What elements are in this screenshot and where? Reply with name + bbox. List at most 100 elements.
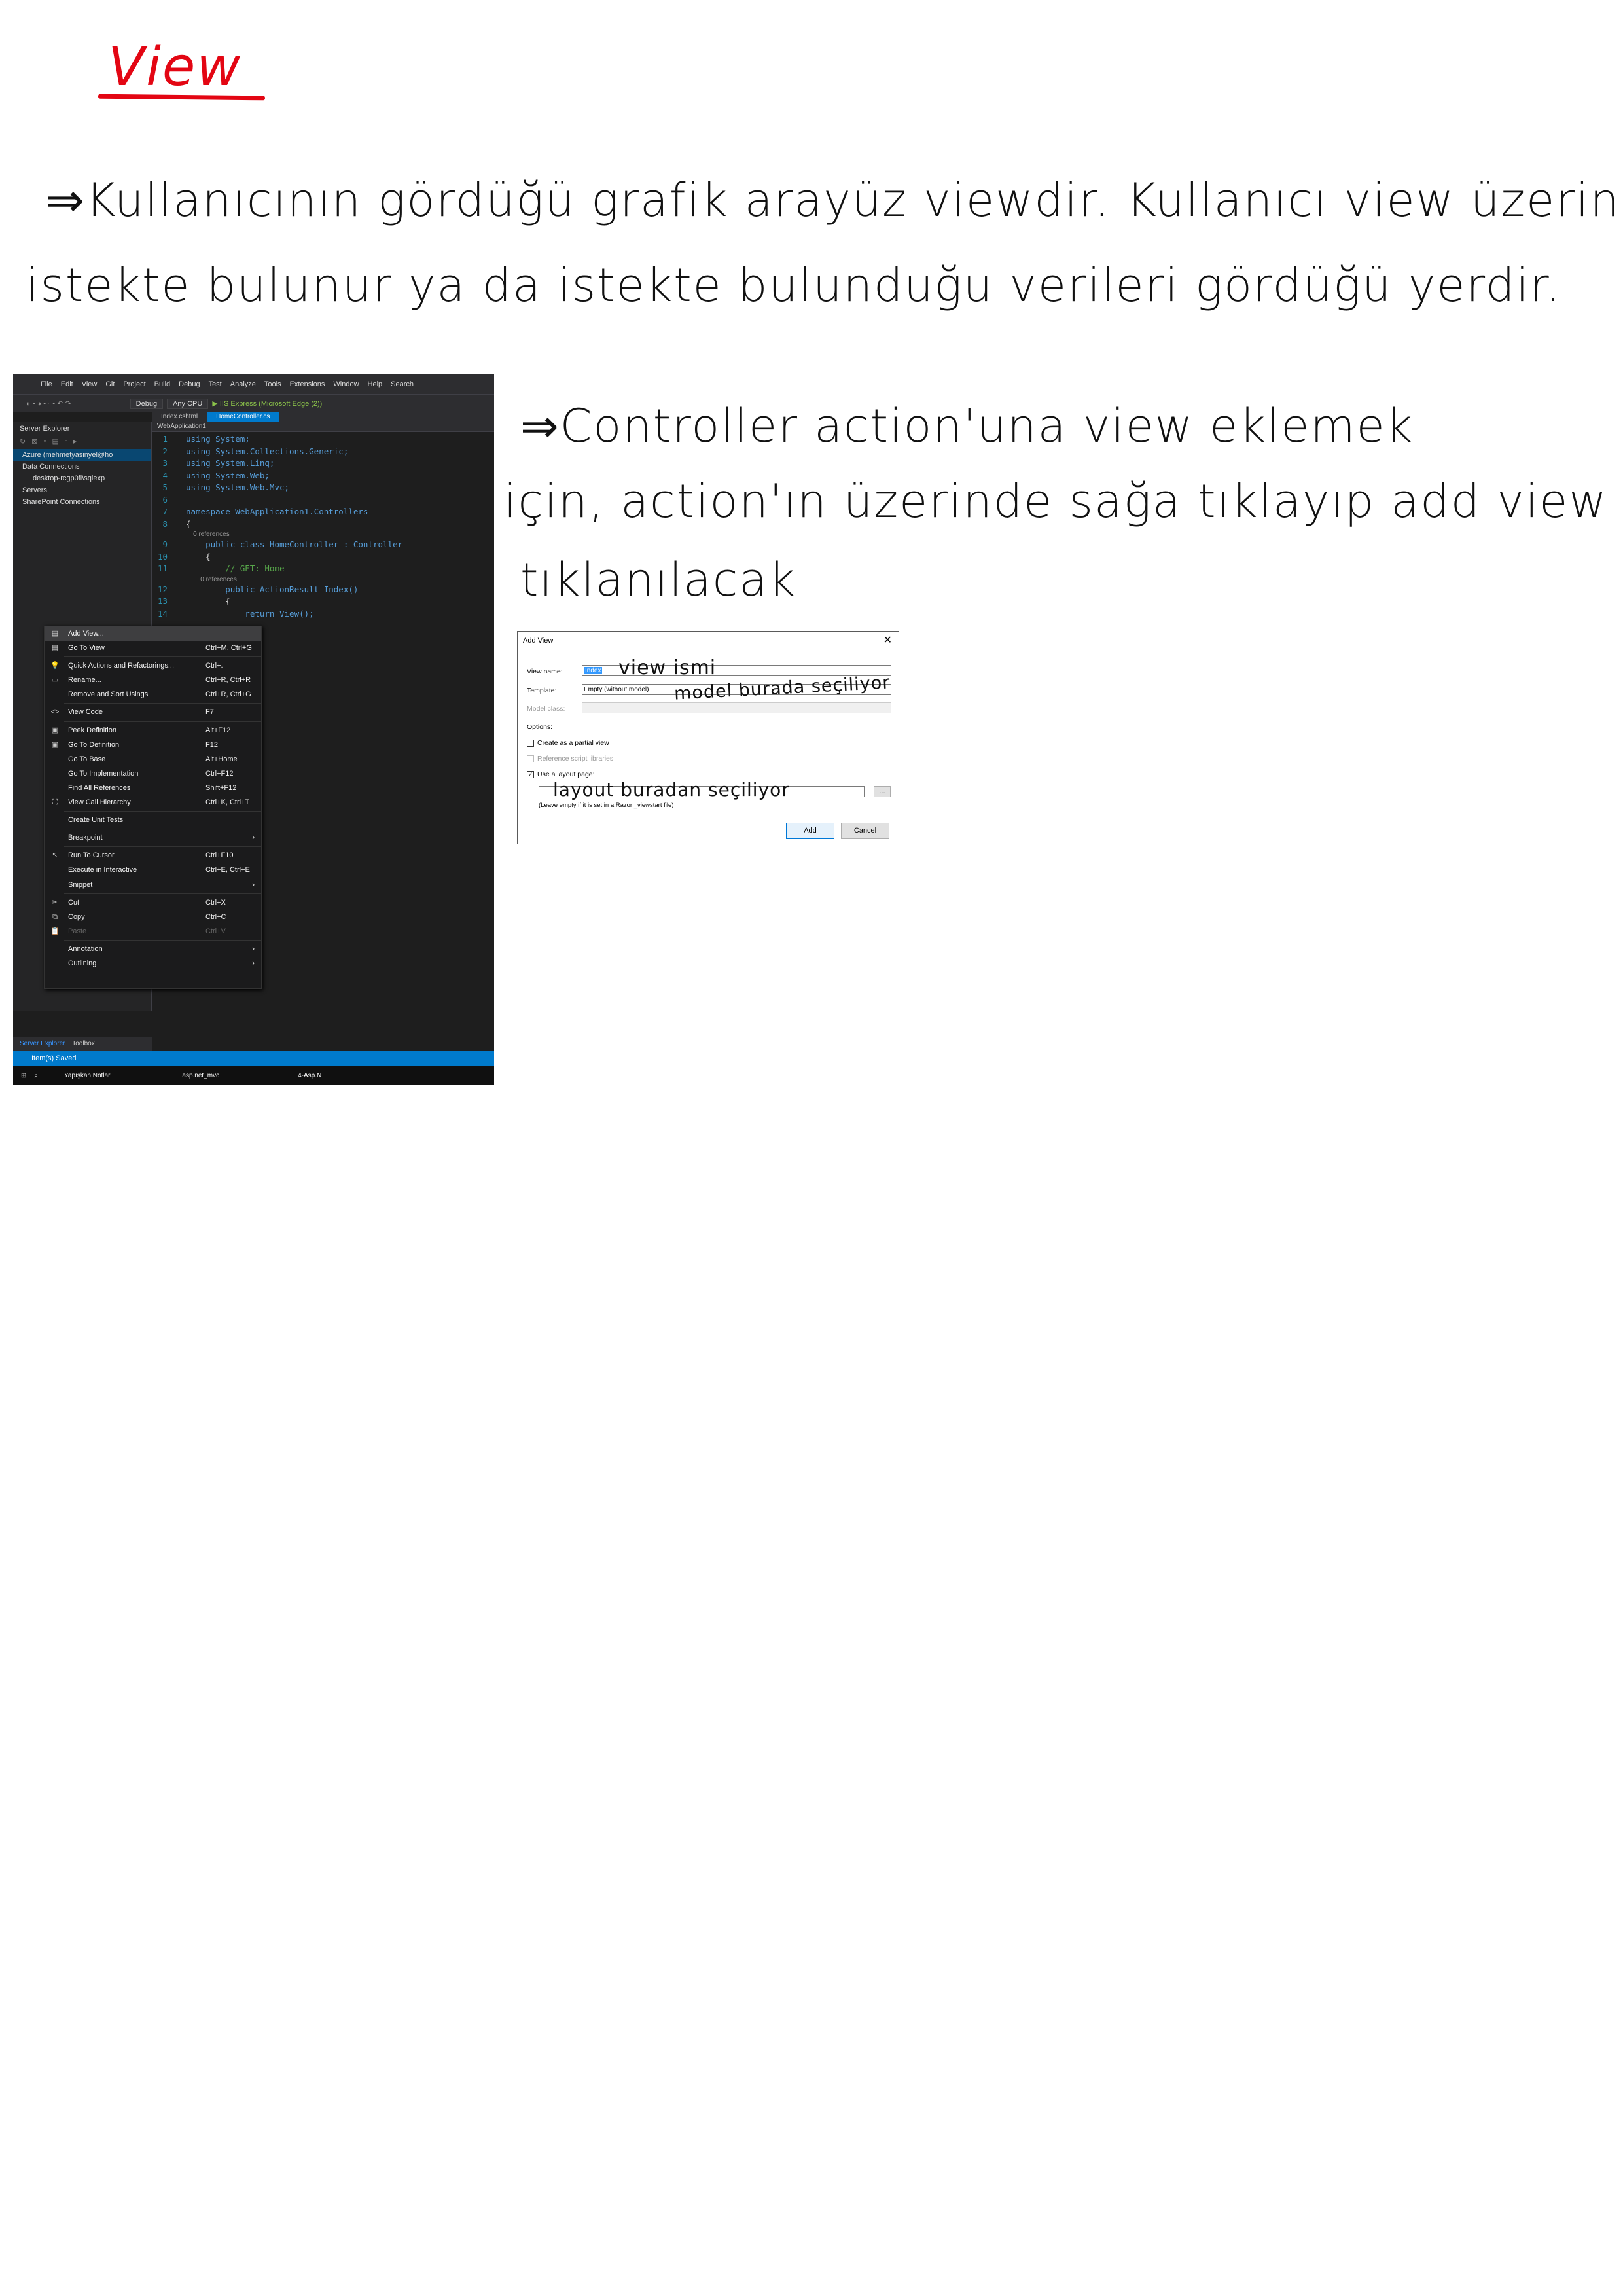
menu-item-extensions[interactable]: Extensions: [290, 380, 325, 388]
layout-page-checkbox[interactable]: ✓: [527, 770, 534, 778]
ctx-item-label: Outlining: [68, 959, 97, 967]
code-line[interactable]: 5 using System.Web.Mvc;: [152, 482, 494, 494]
ctx-item-snippet[interactable]: Snippet ›: [45, 878, 261, 892]
config-dropdown[interactable]: Debug: [130, 398, 164, 409]
tab-index-cshtml[interactable]: Index.cshtml: [152, 412, 207, 422]
ctx-item-shortcut: Ctrl+R, Ctrl+R: [205, 676, 251, 685]
menu-item-project[interactable]: Project: [123, 380, 145, 388]
code-line[interactable]: 11 // GET: Home: [152, 563, 494, 575]
code-line[interactable]: 7 namespace WebApplication1.Controllers: [152, 506, 494, 518]
ctx-item-annotation[interactable]: Annotation ›: [45, 942, 261, 956]
tab-toolbox[interactable]: Toolbox: [72, 1040, 94, 1047]
code-line[interactable]: 9 public class HomeController : Controll…: [152, 539, 494, 551]
ctx-item-label: Remove and Sort Usings: [68, 691, 149, 699]
code-text: 0 references: [186, 575, 237, 583]
windows-taskbar: ⊞ ⌕ Yapışkan Notlar asp.net_mvc 4-Asp.N: [13, 1066, 494, 1085]
ctx-item-remove-and-sort-usings[interactable]: Remove and Sort Usings Ctrl+R, Ctrl+G: [45, 687, 261, 702]
code-text: using System.Web.Mvc;: [186, 482, 290, 492]
code-line[interactable]: 2 using System.Collections.Generic;: [152, 446, 494, 458]
taskbar-item-notes[interactable]: Yapışkan Notlar: [64, 1072, 110, 1079]
ctx-item-label: Run To Cursor: [68, 852, 115, 860]
menu-item-edit[interactable]: Edit: [61, 380, 73, 388]
ctx-item-label: View Call Hierarchy: [68, 798, 131, 807]
ctx-item-label: Annotation: [68, 944, 103, 953]
menu-item-search[interactable]: Search: [391, 380, 414, 388]
partial-view-option[interactable]: Create as a partial view: [527, 739, 609, 747]
ctx-item-shortcut: Ctrl+F10: [205, 852, 234, 860]
ctx-item-create-unit-tests[interactable]: Create Unit Tests: [45, 813, 261, 827]
se-item-data-connections[interactable]: Data Connections: [13, 461, 151, 473]
add-button[interactable]: Add: [786, 823, 834, 839]
code-line[interactable]: 1 using System;: [152, 433, 494, 446]
navigation-bar[interactable]: WebApplication1: [152, 422, 494, 432]
code-lines[interactable]: 1 using System; 2 using System.Collections.…: [152, 433, 494, 620]
code-line[interactable]: 8{: [152, 518, 494, 531]
code-line[interactable]: 13 {: [152, 596, 494, 608]
search-icon[interactable]: ⌕: [34, 1072, 38, 1079]
ctx-item-execute-in-interactive[interactable]: Execute in Interactive Ctrl+E, Ctrl+E: [45, 863, 261, 877]
taskbar-item-firefox[interactable]: 4-Asp.N: [298, 1072, 321, 1079]
tab-server-explorer[interactable]: Server Explorer: [20, 1040, 65, 1047]
menu-item-help[interactable]: Help: [368, 380, 383, 388]
ctx-item-label: Snippet: [68, 880, 93, 889]
run-button[interactable]: ▶ IIS Express (Microsoft Edge (2)): [212, 399, 322, 408]
ctx-item-outlining[interactable]: Outlining ›: [45, 956, 261, 971]
platform-dropdown[interactable]: Any CPU: [167, 398, 209, 409]
code-line[interactable]: 0 references: [152, 530, 494, 539]
ctx-item-go-to-base[interactable]: Go To Base Alt+Home: [45, 752, 261, 766]
se-item-sharepoint[interactable]: SharePoint Connections: [13, 496, 151, 508]
ctx-item-label: Copy: [68, 912, 85, 921]
ctx-item-find-all-references[interactable]: Find All References Shift+F12: [45, 781, 261, 795]
menu-item-tools[interactable]: Tools: [264, 380, 281, 388]
ctx-item-view-code[interactable]: <> View Code F7: [45, 705, 261, 719]
menu-item-view[interactable]: View: [82, 380, 98, 388]
toolbar: ◐ • ◑ ▪ ▫ ▪ ↶ ↷ Debug Any CPU ▶ IIS Expr…: [13, 394, 494, 412]
menu-item-window[interactable]: Window: [333, 380, 359, 388]
ctx-item-breakpoint[interactable]: Breakpoint ›: [45, 831, 261, 845]
taskbar-item-folder[interactable]: asp.net_mvc: [182, 1072, 219, 1079]
line-number: 7: [162, 507, 168, 516]
ctx-item-go-to-definition[interactable]: ▣ Go To Definition F12: [45, 738, 261, 752]
ctx-item-go-to-view[interactable]: ▤ Go To View Ctrl+M, Ctrl+G: [45, 641, 261, 655]
ctx-item-quick-actions-and-refactorings[interactable]: 💡 Quick Actions and Refactorings... Ctrl+.: [45, 658, 261, 673]
ctx-item-run-to-cursor[interactable]: ↖ Run To Cursor Ctrl+F10: [45, 848, 261, 863]
code-line[interactable]: 4 using System.Web;: [152, 470, 494, 482]
se-item-servers[interactable]: Servers: [13, 484, 151, 496]
toolbar-icons: ◐ • ◑ ▪ ▫ ▪ ↶ ↷: [26, 400, 71, 408]
code-line[interactable]: 3 using System.Linq;: [152, 457, 494, 470]
cancel-button[interactable]: Cancel: [841, 823, 889, 839]
menu-item-analyze[interactable]: Analyze: [230, 380, 256, 388]
menu-item-test[interactable]: Test: [209, 380, 222, 388]
line-number: 11: [157, 564, 168, 573]
code-line[interactable]: 14 return View();: [152, 608, 494, 620]
menu-item-file[interactable]: File: [41, 380, 52, 388]
code-line[interactable]: 6: [152, 494, 494, 507]
code-line[interactable]: 0 references: [152, 575, 494, 584]
close-icon[interactable]: ✕: [883, 632, 892, 650]
ctx-item-shortcut: Ctrl+R, Ctrl+G: [205, 691, 251, 699]
reference-scripts-checkbox: [527, 755, 534, 762]
ctx-item-go-to-implementation[interactable]: Go To Implementation Ctrl+F12: [45, 766, 261, 781]
windows-start-icon[interactable]: ⊞: [21, 1072, 26, 1079]
ctx-item-rename[interactable]: ▭ Rename... Ctrl+R, Ctrl+R: [45, 673, 261, 687]
code-text: 0 references: [186, 531, 230, 538]
code-line[interactable]: 10 {: [152, 551, 494, 564]
menu-item-build[interactable]: Build: [154, 380, 170, 388]
se-item-azure[interactable]: Azure (mehmetyasinyel@ho: [13, 449, 151, 461]
ctx-item-label: Create Unit Tests: [68, 816, 124, 825]
tab-homecontroller[interactable]: HomeController.cs: [207, 412, 279, 422]
se-item-sql-connection[interactable]: desktop-rcgp0fl\sqlexp: [13, 473, 151, 484]
ctx-item-copy[interactable]: ⧉ Copy Ctrl+C: [45, 910, 261, 924]
ctx-item-icon: ↖: [52, 852, 58, 860]
ctx-item-peek-definition[interactable]: ▣ Peek Definition Alt+F12: [45, 723, 261, 738]
code-line[interactable]: 12 public ActionResult Index(): [152, 584, 494, 596]
partial-view-checkbox[interactable]: [527, 739, 534, 747]
menu-item-debug[interactable]: Debug: [179, 380, 200, 388]
browse-button[interactable]: ...: [874, 786, 891, 797]
ctx-item-add-view[interactable]: ▤ Add View...: [45, 626, 261, 641]
ctx-item-cut[interactable]: ✂ Cut Ctrl+X: [45, 895, 261, 910]
ctx-item-view-call-hierarchy[interactable]: ⛶ View Call Hierarchy Ctrl+K, Ctrl+T: [45, 795, 261, 810]
menu-item-git[interactable]: Git: [105, 380, 115, 388]
layout-page-option[interactable]: ✓ Use a layout page:: [527, 770, 595, 778]
note-line-1: ⇒Kullanıcının gördüğü grafik arayüz view…: [46, 173, 1623, 227]
